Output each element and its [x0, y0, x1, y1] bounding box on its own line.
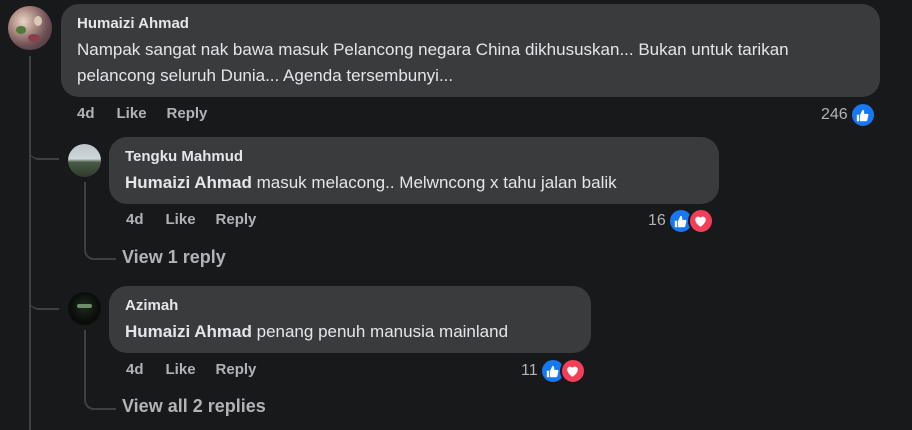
- reply-button[interactable]: Reply: [216, 361, 257, 378]
- comment-author[interactable]: Tengku Mahmud: [125, 148, 703, 166]
- comment-body: masuk melacong.. Melwncong x tahu jalan …: [251, 173, 617, 192]
- comment-bubble: Humaizi Ahmad Nampak sangat nak bawa mas…: [61, 4, 880, 97]
- comment-body: penang penuh manusia mainland: [251, 322, 509, 341]
- reply-button[interactable]: Reply: [216, 211, 257, 228]
- avatar[interactable]: [8, 6, 52, 50]
- view-replies-link[interactable]: View 1 reply: [122, 247, 226, 268]
- reaction-count: 16: [648, 212, 666, 229]
- comment-time[interactable]: 4d: [126, 211, 144, 228]
- comment-text: Nampak sangat nak bawa masuk Pelancong n…: [77, 40, 789, 85]
- reaction-summary[interactable]: 11: [521, 358, 586, 384]
- thread-line-main: [29, 56, 31, 430]
- comment-author[interactable]: Azimah: [125, 297, 575, 315]
- comment-time[interactable]: 4d: [77, 105, 95, 122]
- like-button[interactable]: Like: [117, 105, 147, 122]
- reply-button[interactable]: Reply: [167, 105, 208, 122]
- reply-connector-1: [29, 140, 59, 160]
- love-icon: [559, 358, 586, 384]
- like-icon: [849, 102, 876, 128]
- reaction-count: 11: [521, 362, 538, 379]
- comment-actions: 4d Like Reply: [77, 105, 227, 122]
- comment-bubble: Azimah Humaizi Ahmad penang penuh manusi…: [109, 286, 591, 353]
- mention-link[interactable]: Humaizi Ahmad: [125, 322, 252, 341]
- like-button[interactable]: Like: [166, 361, 196, 378]
- comment-thread: Humaizi Ahmad Nampak sangat nak bawa mas…: [0, 0, 912, 430]
- view-replies-connector-2: [84, 390, 116, 410]
- comment-text: Humaizi Ahmad masuk melacong.. Melwncong…: [125, 170, 703, 196]
- like-button[interactable]: Like: [166, 211, 196, 228]
- comment-text: Humaizi Ahmad penang penuh manusia mainl…: [125, 319, 575, 345]
- comment-bubble: Tengku Mahmud Humaizi Ahmad masuk melaco…: [109, 137, 719, 204]
- avatar[interactable]: [68, 292, 101, 325]
- reaction-count: 246: [821, 106, 848, 123]
- comment-actions: 4d Like Reply: [126, 211, 276, 228]
- mention-link[interactable]: Humaizi Ahmad: [125, 173, 252, 192]
- reaction-summary[interactable]: 246: [821, 102, 876, 128]
- view-replies-link[interactable]: View all 2 replies: [122, 396, 266, 417]
- reaction-summary[interactable]: 16: [648, 208, 714, 234]
- avatar[interactable]: [68, 144, 101, 177]
- comment-time[interactable]: 4d: [126, 361, 144, 378]
- comment-author[interactable]: Humaizi Ahmad: [77, 15, 864, 33]
- reply-connector-2: [29, 290, 59, 310]
- comment-actions: 4d Like Reply: [126, 361, 276, 378]
- view-replies-connector-1: [84, 240, 116, 260]
- love-icon: [687, 208, 714, 234]
